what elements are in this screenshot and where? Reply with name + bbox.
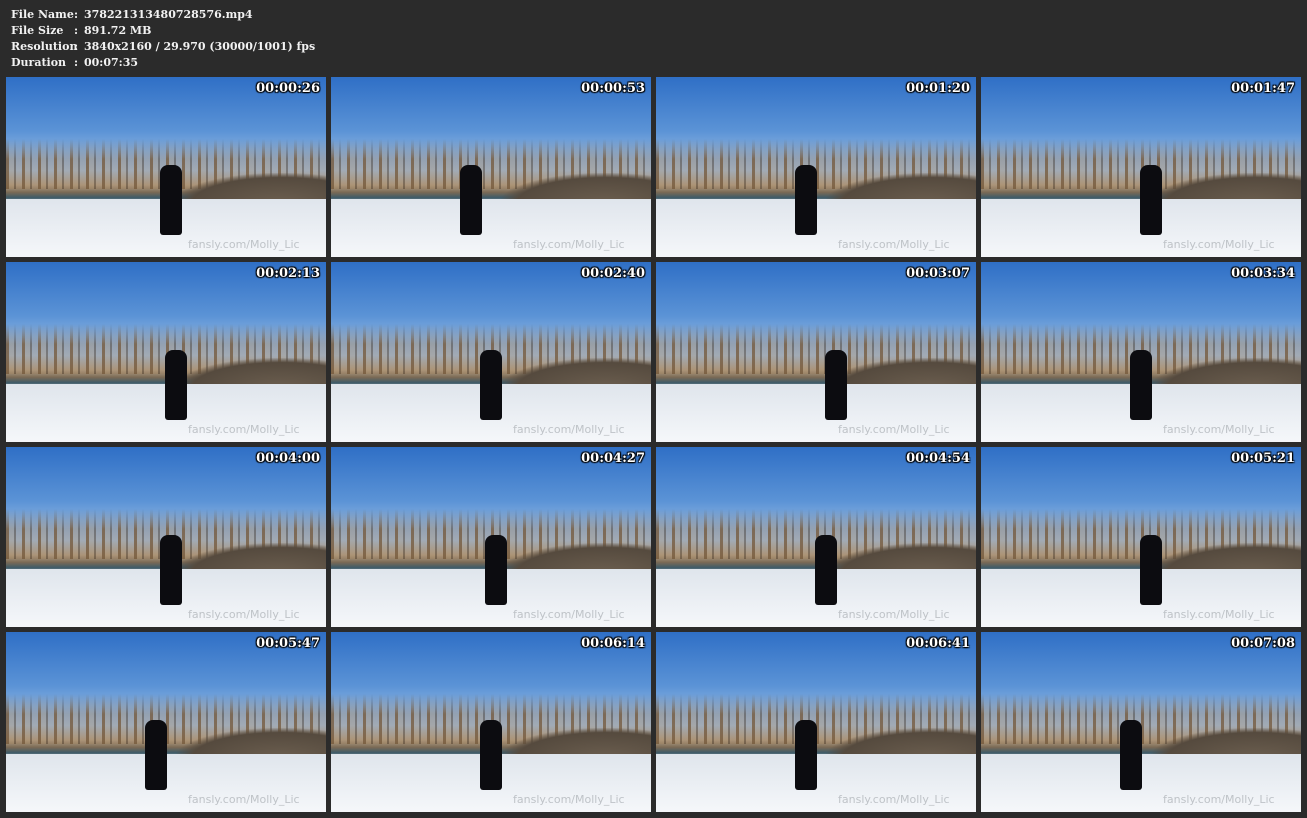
thumbnail-timestamp: 00:03:07 [906, 266, 970, 281]
person-figure [160, 535, 182, 605]
file-name-separator: : [74, 8, 79, 21]
thumbnail-watermark: fansly.com/Molly_Lic [1163, 238, 1275, 251]
person-figure [460, 165, 482, 235]
video-thumbnail[interactable]: 00:02:13 fansly.com/Molly_Lic [6, 262, 326, 442]
person-figure [1120, 720, 1142, 790]
resolution-label: Resolution [11, 40, 78, 53]
person-figure [165, 350, 187, 420]
duration-separator: : [74, 56, 79, 69]
video-thumbnail[interactable]: 00:05:47 fansly.com/Molly_Lic [6, 632, 326, 812]
thumbnail-watermark: fansly.com/Molly_Lic [838, 238, 950, 251]
thumbnail-timestamp: 00:00:26 [256, 81, 320, 96]
thumbnail-timestamp: 00:07:08 [1231, 636, 1295, 651]
video-thumbnail[interactable]: 00:05:21 fansly.com/Molly_Lic [981, 447, 1301, 627]
thumbnail-watermark: fansly.com/Molly_Lic [513, 423, 625, 436]
person-figure [145, 720, 167, 790]
person-figure [160, 165, 182, 235]
video-thumbnail[interactable]: 00:03:07 fansly.com/Molly_Lic [656, 262, 976, 442]
thumbnail-grid: 00:00:26 fansly.com/Molly_Lic 00:00:53 fans… [6, 77, 1301, 812]
thumbnail-timestamp: 00:03:34 [1231, 266, 1295, 281]
file-size-value: 891.72 MB [84, 24, 152, 37]
thumbnail-watermark: fansly.com/Molly_Lic [513, 238, 625, 251]
thumbnail-timestamp: 00:02:40 [581, 266, 645, 281]
video-thumbnail[interactable]: 00:00:53 fansly.com/Molly_Lic [331, 77, 651, 257]
duration-label: Duration [11, 56, 67, 69]
thumbnail-watermark: fansly.com/Molly_Lic [188, 608, 300, 621]
person-figure [1140, 535, 1162, 605]
video-thumbnail[interactable]: 00:02:40 fansly.com/Molly_Lic [331, 262, 651, 442]
video-thumbnail[interactable]: 00:03:34 fansly.com/Molly_Lic [981, 262, 1301, 442]
person-figure [485, 535, 507, 605]
person-figure [795, 720, 817, 790]
duration-row: Duration : 00:07:35 [11, 55, 315, 71]
video-thumbnail[interactable]: 00:06:41 fansly.com/Molly_Lic [656, 632, 976, 812]
person-figure [1130, 350, 1152, 420]
person-figure [480, 720, 502, 790]
person-figure [480, 350, 502, 420]
video-thumbnail[interactable]: 00:04:54 fansly.com/Molly_Lic [656, 447, 976, 627]
thumbnail-timestamp: 00:05:47 [256, 636, 320, 651]
thumbnail-timestamp: 00:06:14 [581, 636, 645, 651]
file-size-separator: : [74, 24, 79, 37]
thumbnail-watermark: fansly.com/Molly_Lic [188, 238, 300, 251]
thumbnail-watermark: fansly.com/Molly_Lic [513, 793, 625, 806]
thumbnail-watermark: fansly.com/Molly_Lic [513, 608, 625, 621]
person-figure [825, 350, 847, 420]
resolution-separator: : [74, 40, 79, 53]
person-figure [1140, 165, 1162, 235]
thumbnail-timestamp: 00:02:13 [256, 266, 320, 281]
thumbnail-timestamp: 00:04:27 [581, 451, 645, 466]
video-thumbnail[interactable]: 00:01:47 fansly.com/Molly_Lic [981, 77, 1301, 257]
thumbnail-watermark: fansly.com/Molly_Lic [1163, 423, 1275, 436]
video-thumbnail[interactable]: 00:06:14 fansly.com/Molly_Lic [331, 632, 651, 812]
file-name-row: File Name : 378221313480728576.mp4 [11, 7, 315, 23]
file-size-label: File Size [11, 24, 64, 37]
thumbnail-watermark: fansly.com/Molly_Lic [188, 423, 300, 436]
video-thumbnail[interactable]: 00:04:00 fansly.com/Molly_Lic [6, 447, 326, 627]
file-name-label: File Name [11, 8, 74, 21]
file-size-row: File Size : 891.72 MB [11, 23, 315, 39]
person-figure [795, 165, 817, 235]
video-thumbnail[interactable]: 00:00:26 fansly.com/Molly_Lic [6, 77, 326, 257]
thumbnail-timestamp: 00:06:41 [906, 636, 970, 651]
video-thumbnail[interactable]: 00:01:20 fansly.com/Molly_Lic [656, 77, 976, 257]
thumbnail-timestamp: 00:04:00 [256, 451, 320, 466]
duration-value: 00:07:35 [84, 56, 139, 69]
thumbnail-watermark: fansly.com/Molly_Lic [838, 793, 950, 806]
resolution-row: Resolution : 3840x2160 / 29.970 (30000/1… [11, 39, 315, 55]
resolution-value: 3840x2160 / 29.970 (30000/1001) fps [84, 40, 316, 53]
thumbnail-watermark: fansly.com/Molly_Lic [1163, 608, 1275, 621]
thumbnail-watermark: fansly.com/Molly_Lic [1163, 793, 1275, 806]
thumbnail-watermark: fansly.com/Molly_Lic [838, 423, 950, 436]
file-name-value: 378221313480728576.mp4 [84, 8, 253, 21]
thumbnail-watermark: fansly.com/Molly_Lic [838, 608, 950, 621]
person-figure [815, 535, 837, 605]
thumbnail-timestamp: 00:05:21 [1231, 451, 1295, 466]
file-info-header: File Name : 378221313480728576.mp4 File … [11, 7, 315, 71]
thumbnail-timestamp: 00:01:47 [1231, 81, 1295, 96]
video-thumbnail[interactable]: 00:07:08 fansly.com/Molly_Lic [981, 632, 1301, 812]
thumbnail-timestamp: 00:00:53 [581, 81, 645, 96]
thumbnail-timestamp: 00:04:54 [906, 451, 970, 466]
thumbnail-watermark: fansly.com/Molly_Lic [188, 793, 300, 806]
thumbnail-timestamp: 00:01:20 [906, 81, 970, 96]
video-thumbnail[interactable]: 00:04:27 fansly.com/Molly_Lic [331, 447, 651, 627]
